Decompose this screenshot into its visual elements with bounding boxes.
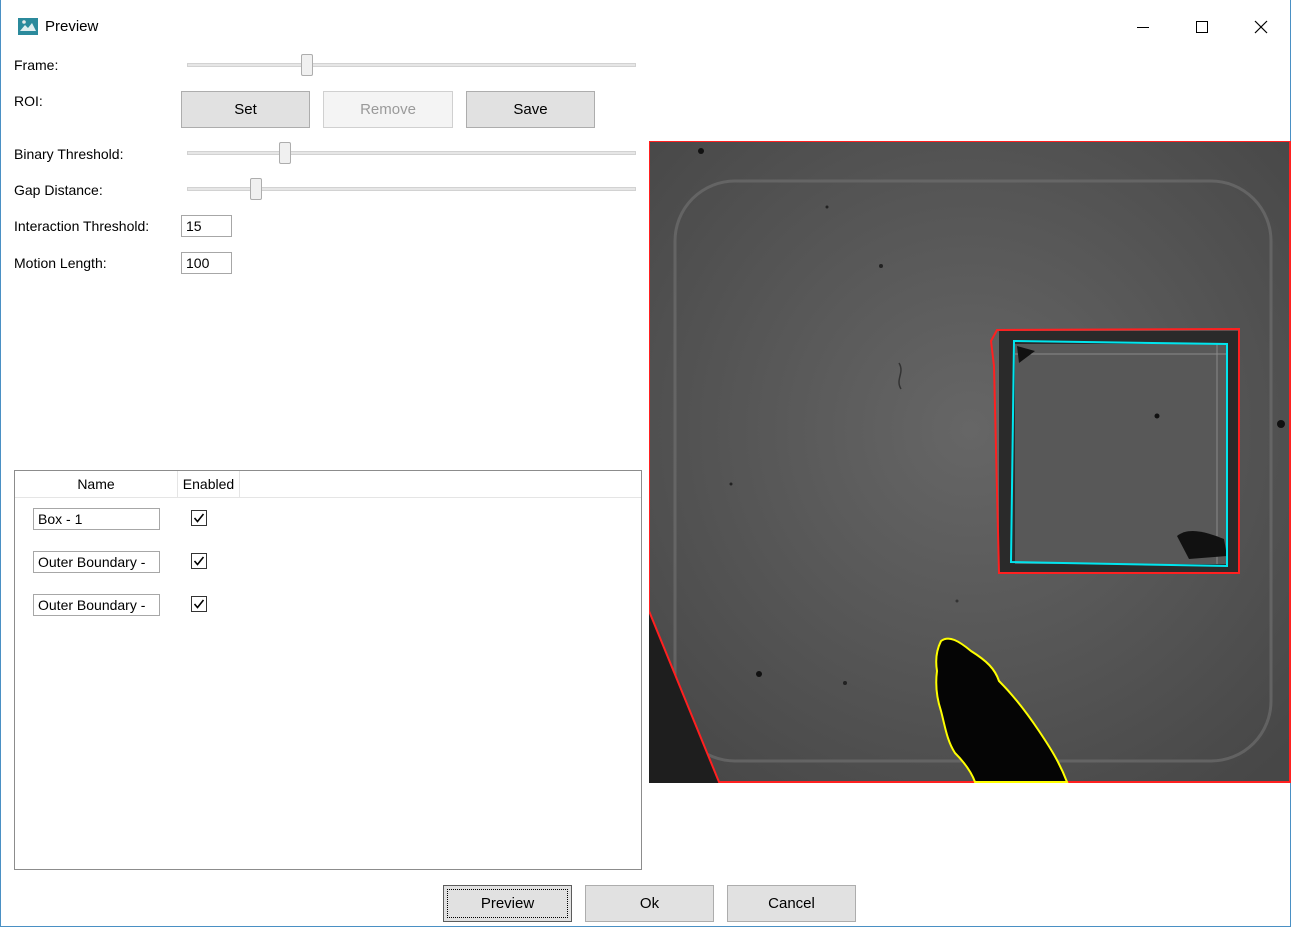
checkmark-icon [193,513,205,523]
column-header-name[interactable]: Name [15,471,178,497]
column-header-enabled[interactable]: Enabled [178,471,240,497]
checkmark-icon [193,556,205,566]
app-icon [18,18,38,35]
frame-slider[interactable] [187,54,636,76]
checkmark-icon [193,599,205,609]
set-roi-button[interactable]: Set [181,91,310,128]
cancel-button[interactable]: Cancel [727,885,856,922]
frame-label: Frame: [14,57,59,73]
binary-threshold-slider[interactable] [187,142,636,164]
roi-name-input[interactable]: Box - 1 [33,508,160,530]
preview-button[interactable]: Preview [443,885,572,922]
list-item[interactable]: Outer Boundary - [15,585,641,625]
save-roi-button[interactable]: Save [466,91,595,128]
title-bar[interactable]: Preview [0,0,1291,54]
motion-length-label: Motion Length: [14,255,107,271]
box-interior [1015,344,1228,564]
slider-thumb[interactable] [250,178,262,200]
preview-frame-image[interactable] [648,140,1291,783]
roi-name-input[interactable]: Outer Boundary - [33,551,160,573]
roi-name-input[interactable]: Outer Boundary - [33,594,160,616]
roi-list-header: Name Enabled [15,471,641,498]
roi-list[interactable]: Name Enabled Box - 1 Outer Boundary - Ou… [14,470,642,870]
gap-distance-label: Gap Distance: [14,182,103,198]
remove-roi-button[interactable]: Remove [323,91,453,128]
motion-length-input[interactable]: 100 [181,252,232,274]
slider-thumb[interactable] [301,54,313,76]
roi-enabled-checkbox[interactable] [191,510,207,526]
slider-track[interactable] [187,151,636,155]
minimize-icon[interactable] [1118,8,1168,46]
close-icon[interactable] [1236,8,1286,46]
roi-enabled-checkbox[interactable] [191,596,207,612]
roi-enabled-checkbox[interactable] [191,553,207,569]
list-item[interactable]: Box - 1 [15,499,641,539]
ok-button[interactable]: Ok [585,885,714,922]
interaction-threshold-label: Interaction Threshold: [14,218,150,234]
window-title: Preview [45,18,99,35]
maximize-icon[interactable] [1177,8,1227,46]
slider-track[interactable] [187,63,636,67]
binary-threshold-label: Binary Threshold: [14,146,124,162]
slider-thumb[interactable] [279,142,291,164]
gap-distance-slider[interactable] [187,178,636,200]
list-item[interactable]: Outer Boundary - [15,542,641,582]
interaction-threshold-input[interactable]: 15 [181,215,232,237]
roi-label: ROI: [14,93,43,109]
